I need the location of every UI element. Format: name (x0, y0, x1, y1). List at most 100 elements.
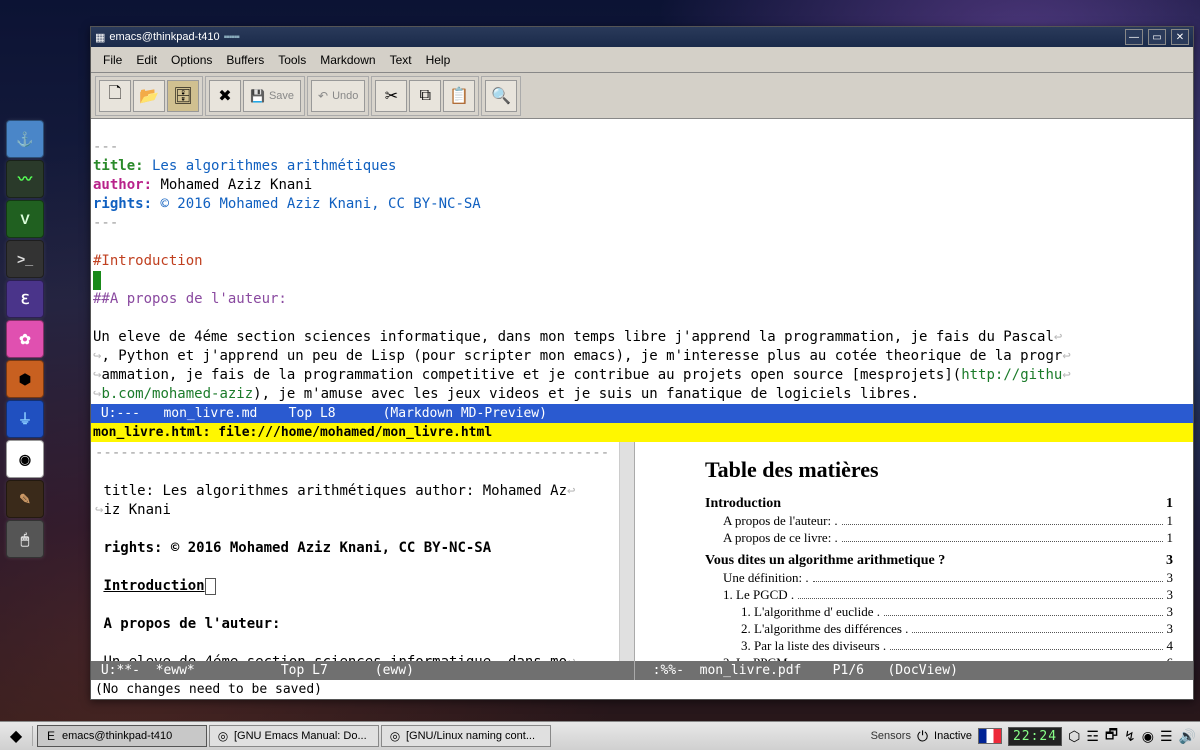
eww-pane: ----------------------------------------… (91, 442, 635, 680)
dock-launcher-pink[interactable]: ✿ (6, 320, 44, 358)
save-button[interactable]: 💾Save (243, 80, 301, 112)
toc-label: 1. L'algorithme d' euclide . (741, 603, 880, 620)
dock-launcher-chrome[interactable]: ◉ (6, 440, 44, 478)
dired-button[interactable]: 🗄 (167, 80, 199, 112)
minibuffer[interactable]: (No changes need to be saved) (91, 680, 1193, 699)
eww-buffer[interactable]: ----------------------------------------… (91, 442, 634, 661)
dock-launcher-pulse[interactable]: ⏚ (6, 400, 44, 438)
minimize-button[interactable]: — (1125, 29, 1143, 45)
eww-title-line2: iz Knani (103, 502, 170, 518)
toc-page: 3 (1167, 620, 1174, 637)
taskbar-task[interactable]: Eemacs@thinkpad-t410 (37, 725, 207, 747)
md-para-l4b: ), je m'amuse avec les jeux videos et je… (253, 386, 919, 402)
pdf-toc-title: Table des matières (705, 460, 1173, 479)
eww-para: Un eleve de 4éme section sciences inform… (103, 654, 567, 661)
toc-entry: 1. L'algorithme d' euclide . 3 (705, 603, 1173, 620)
dock-launcher-anchor[interactable]: ⚓ (6, 120, 44, 158)
toc-label: A propos de l'auteur: . (723, 512, 838, 529)
copy-button[interactable]: ⧉ (409, 80, 441, 112)
wrap-glyph-icon: ↩ (567, 654, 575, 661)
dock-launcher-vim[interactable]: V (6, 200, 44, 238)
text-cursor (93, 271, 101, 290)
toc-page: 4 (1167, 637, 1174, 654)
dock-launcher-activity[interactable]: 〰 (6, 160, 44, 198)
fm-title-val: Les algorithmes arithmétiques (144, 158, 397, 174)
markdown-buffer[interactable]: --- title: Les algorithmes arithmétiques… (91, 119, 1193, 404)
paste-button[interactable]: 📋 (443, 80, 475, 112)
tray-icon[interactable]: 🗗 (1105, 724, 1118, 748)
eww-location-bar[interactable]: mon_livre.html: file:///home/mohamed/mon… (91, 423, 1193, 442)
toc-page: 3 (1167, 586, 1174, 603)
keyboard-layout-fr-icon[interactable] (978, 728, 1002, 744)
toc-entry: Introduction1 (705, 489, 1173, 512)
md-link-target: http://githu (961, 367, 1062, 383)
toc-page: 3 (1167, 603, 1174, 620)
dock-launcher-hex[interactable]: ⬢ (6, 360, 44, 398)
kill-buffer-button[interactable]: ✖ (209, 80, 241, 112)
window-titlebar[interactable]: ▦ emacs@thinkpad-t410 ▪▪▪▪▪▪ — ▭ ✕ (91, 27, 1193, 47)
toc-entry: 1. Le PGCD .3 (705, 586, 1173, 603)
pdf-page[interactable]: Table des matières Introduction1A propos… (635, 442, 1193, 661)
tray-icon[interactable]: ☲ (1086, 728, 1099, 745)
emacs-frame: --- title: Les algorithmes arithmétiques… (91, 119, 1193, 699)
dock-launcher-mouse[interactable]: 🖱 (6, 520, 44, 558)
menu-text[interactable]: Text (384, 51, 418, 69)
menu-tools[interactable]: Tools (272, 51, 312, 69)
toc-leader-dots (884, 603, 1163, 616)
taskbar-task[interactable]: ◎[GNU Emacs Manual: Do... (209, 725, 379, 747)
taskbar-task[interactable]: ◎[GNU/Linux naming cont... (381, 725, 551, 747)
inactive-label: Inactive (934, 730, 972, 742)
scrollbar[interactable] (619, 442, 634, 661)
toc-entry: 2. Le PPCM .6 (705, 654, 1173, 661)
menu-buffers[interactable]: Buffers (220, 51, 270, 69)
task-label: [GNU/Linux naming cont... (406, 730, 535, 742)
toc-leader-dots (949, 546, 1162, 565)
clock[interactable]: 22:24 (1008, 727, 1062, 746)
volume-icon[interactable]: 🔊 (1179, 728, 1196, 745)
dock-launcher-term[interactable]: >_ (6, 240, 44, 278)
tray-icon[interactable]: ☰ (1160, 728, 1173, 745)
toc-leader-dots (842, 512, 1163, 525)
toc-leader-dots (798, 654, 1162, 661)
toc-label: Une définition: . (723, 569, 809, 586)
window-title: emacs@thinkpad-t410 (109, 31, 219, 43)
tray-icon[interactable]: ⬡ (1068, 728, 1080, 745)
modeline-eww[interactable]: U:**- *eww* Top L7 (eww) (91, 661, 634, 680)
sensors-label[interactable]: Sensors (871, 730, 911, 742)
toc-label: Vous dites un algorithme arithmetique ? (705, 552, 945, 569)
menu-edit[interactable]: Edit (130, 51, 163, 69)
dock-launcher-gimp[interactable]: ✎ (6, 480, 44, 518)
eww-title-line1: title: Les algorithmes arithmétiques aut… (103, 483, 567, 499)
start-menu-button[interactable]: ◆ (4, 725, 28, 747)
close-button[interactable]: ✕ (1171, 29, 1189, 45)
menu-help[interactable]: Help (420, 51, 457, 69)
search-button[interactable]: 🔍 (485, 80, 517, 112)
window-sysmenu-icon[interactable]: ▦ (95, 31, 105, 44)
md-h2: ##A propos de l'auteur: (93, 291, 287, 307)
maximize-button[interactable]: ▭ (1148, 29, 1166, 45)
toolbar: 🗋 📂 🗄 ✖ 💾Save ↶Undo ✂ ⧉ 📋 🔍 (91, 73, 1193, 119)
menu-file[interactable]: File (97, 51, 128, 69)
cut-button[interactable]: ✂ (375, 80, 407, 112)
wrap-glyph-icon: ↩ (1054, 329, 1062, 345)
modeline-markdown[interactable]: U:--- mon_livre.md Top L8 (Markdown MD-P… (91, 404, 1193, 423)
md-para-l2: , Python et j'apprend un peu de Lisp (po… (101, 348, 1062, 364)
toc-label: A propos de ce livre: . (723, 529, 838, 546)
left-dock: ⚓〰V>_ℇ✿⬢⏚◉✎🖱 (6, 120, 44, 558)
chrome-tray-icon[interactable]: ◉ (1142, 728, 1154, 745)
task-icon: E (44, 729, 58, 743)
new-file-button[interactable]: 🗋 (99, 80, 131, 112)
dock-launcher-emacs[interactable]: ℇ (6, 280, 44, 318)
md-para-l3a: ammation, je fais de la programmation co… (101, 367, 860, 383)
undo-button[interactable]: ↶Undo (311, 80, 365, 112)
modeline-docview[interactable]: :%%- mon_livre.pdf P1/6 (DocView) (635, 661, 1193, 680)
toc-page: 1 (1166, 495, 1173, 512)
menu-markdown[interactable]: Markdown (314, 51, 381, 69)
toc-label: 2. Le PPCM . (723, 654, 794, 661)
menu-options[interactable]: Options (165, 51, 218, 69)
eww-rights: rights: © 2016 Mohamed Aziz Knani, CC BY… (103, 540, 491, 556)
open-file-button[interactable]: 📂 (133, 80, 165, 112)
power-icon[interactable]: ⏻ (917, 728, 928, 745)
tray-icon[interactable]: ↯ (1124, 728, 1136, 745)
wrap-glyph-icon: ↩ (1062, 367, 1070, 383)
